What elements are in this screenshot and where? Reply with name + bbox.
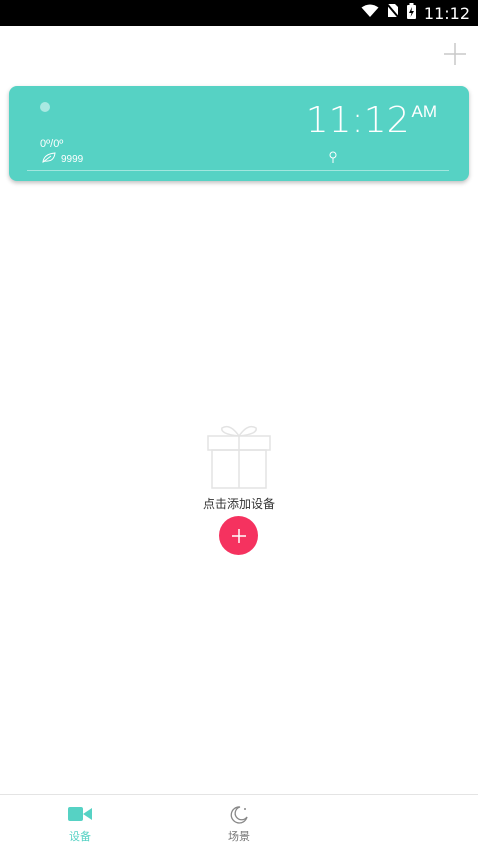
plus-icon: [444, 43, 466, 65]
temperature: 0º/0º: [40, 138, 64, 150]
battery-charging-icon: [406, 2, 416, 24]
tab-devices-label: 设备: [69, 831, 91, 843]
weather-card[interactable]: 0º/0º 9999 11:12 AM: [9, 86, 469, 181]
plus-icon: [231, 528, 246, 543]
aqi-value: 9999: [61, 153, 84, 165]
leaf-icon: [42, 152, 56, 166]
status-time: 11:12: [423, 3, 470, 23]
wifi-icon: [361, 4, 379, 23]
empty-state-label: 点击添加设备: [202, 497, 275, 511]
clock: 11:12 AM: [306, 100, 437, 142]
bottom-nav: 设备 场景: [0, 794, 478, 850]
clock-ampm: AM: [411, 102, 438, 121]
tab-devices[interactable]: 设备: [20, 795, 140, 850]
video-camera-icon: [68, 805, 92, 828]
status-bar: 11:12: [0, 0, 478, 26]
no-sim-icon: [386, 3, 400, 23]
moon-icon: [229, 805, 249, 830]
gift-box-icon: [206, 423, 272, 489]
weather-dot: [40, 102, 50, 112]
air-quality: 9999: [42, 152, 83, 166]
add-device-button[interactable]: [219, 516, 258, 555]
location-pin-icon: [329, 150, 337, 168]
card-divider: [27, 170, 449, 171]
add-device-top-button[interactable]: [442, 41, 468, 67]
tab-scenes[interactable]: 场景: [179, 795, 299, 850]
tab-scenes-label: 场景: [228, 831, 250, 843]
clock-time: 11:12: [305, 100, 410, 141]
